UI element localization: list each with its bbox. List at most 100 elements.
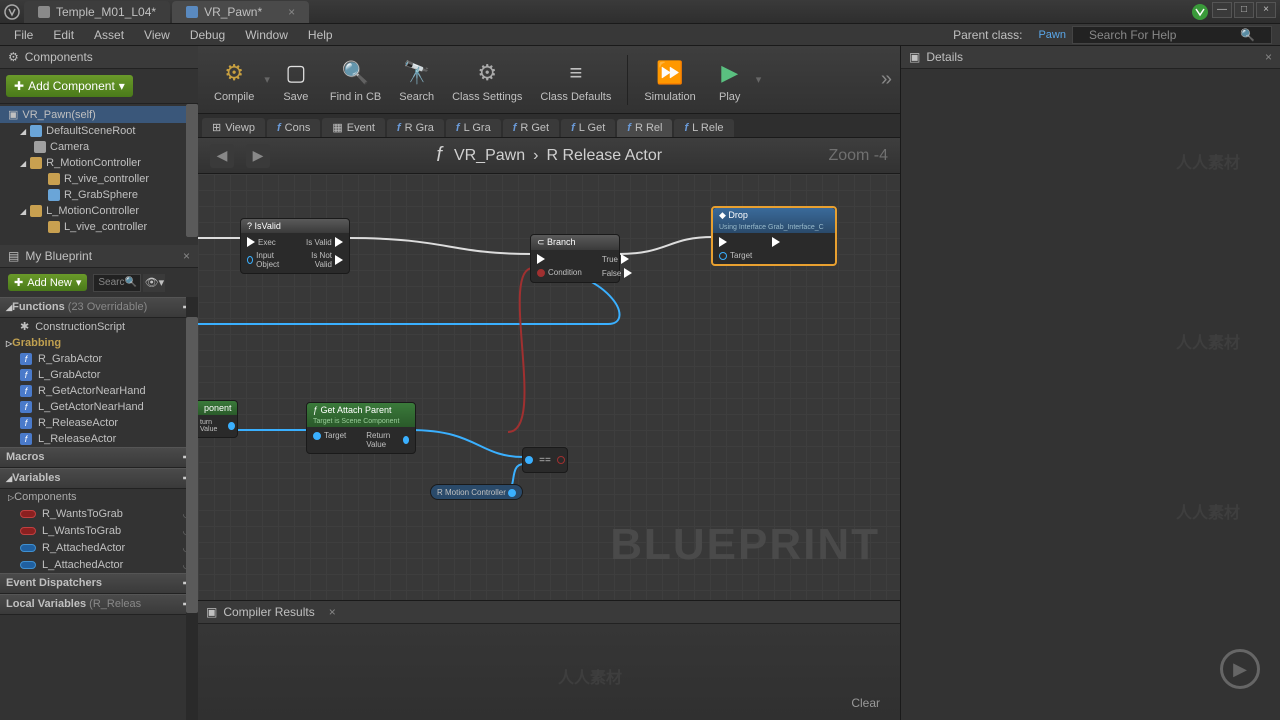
- object-pin[interactable]: [508, 489, 516, 497]
- graph-tab[interactable]: fL Rele: [674, 119, 733, 137]
- category-components[interactable]: ▷Components: [0, 489, 198, 505]
- close-button[interactable]: ×: [1256, 2, 1276, 18]
- close-icon[interactable]: ×: [288, 5, 295, 19]
- function-item[interactable]: fL_GetActorNearHand: [0, 399, 198, 415]
- clear-button[interactable]: Clear: [851, 696, 880, 710]
- exec-pin[interactable]: [247, 237, 255, 247]
- menu-asset[interactable]: Asset: [84, 26, 134, 44]
- graph-tab[interactable]: fR Gra: [387, 119, 444, 137]
- node-drop[interactable]: ◆ DropUsing Interface Grab_Interface_C T…: [711, 206, 837, 266]
- scrollbar[interactable]: [186, 104, 198, 237]
- exec-pin[interactable]: [335, 255, 343, 265]
- classdefaults-button[interactable]: ≡Class Defaults: [532, 50, 619, 110]
- menu-help[interactable]: Help: [298, 26, 343, 44]
- play-button[interactable]: ▶Play: [706, 50, 754, 110]
- tree-item[interactable]: ◢L_MotionController: [0, 203, 198, 219]
- node-fragment[interactable]: ponent turn Value: [198, 400, 238, 438]
- tree-root[interactable]: ▣VR_Pawn(self): [0, 106, 198, 123]
- bc-root[interactable]: VR_Pawn: [454, 147, 525, 165]
- blueprint-search[interactable]: Searc🔍: [93, 274, 141, 292]
- tree-item[interactable]: ◢R_MotionController: [0, 155, 198, 171]
- variable-item[interactable]: L_AttachedActor◡: [0, 556, 198, 573]
- bool-pin[interactable]: [557, 456, 565, 464]
- function-item[interactable]: fR_GetActorNearHand: [0, 383, 198, 399]
- menu-debug[interactable]: Debug: [180, 26, 235, 44]
- graph-tab[interactable]: fR Rel: [617, 119, 672, 137]
- graph-canvas[interactable]: ? IsValid Exec Input Object Is Valid Is …: [198, 174, 900, 600]
- tree-item[interactable]: R_vive_controller: [0, 171, 198, 187]
- overflow-icon[interactable]: »: [881, 68, 892, 91]
- menu-edit[interactable]: Edit: [43, 26, 84, 44]
- graph-tab[interactable]: fL Gra: [446, 119, 501, 137]
- dispatchers-header[interactable]: Event Dispatchers✚: [0, 573, 198, 594]
- menu-window[interactable]: Window: [235, 26, 298, 44]
- graph-tab[interactable]: ▦Event: [322, 118, 385, 137]
- marketplace-icon[interactable]: [1190, 2, 1210, 22]
- expand-icon[interactable]: ◢: [20, 159, 26, 168]
- object-pin[interactable]: [313, 432, 321, 440]
- function-item[interactable]: fR_GrabActor: [0, 351, 198, 367]
- editor-tab[interactable]: Temple_M01_L04*: [24, 1, 170, 23]
- bool-pin[interactable]: [537, 269, 545, 277]
- node-isvalid[interactable]: ? IsValid Exec Input Object Is Valid Is …: [240, 218, 350, 274]
- graph-tab[interactable]: ⊞Viewp: [202, 118, 265, 137]
- graph-tab[interactable]: fCons: [267, 119, 320, 137]
- classsettings-button[interactable]: ⚙Class Settings: [444, 50, 530, 110]
- exec-pin[interactable]: [624, 268, 632, 278]
- macros-header[interactable]: Macros✚: [0, 447, 198, 468]
- tree-item[interactable]: ◢DefaultSceneRoot: [0, 123, 198, 139]
- scrollbar[interactable]: [186, 297, 198, 720]
- object-pin[interactable]: [228, 422, 235, 430]
- node-equals[interactable]: ==: [522, 447, 568, 473]
- expand-icon[interactable]: ◢: [20, 207, 26, 216]
- menu-file[interactable]: File: [4, 26, 43, 44]
- save-button[interactable]: ▢Save: [272, 50, 320, 110]
- variables-header[interactable]: ◢Variables✚: [0, 468, 198, 489]
- add-component-button[interactable]: ✚ Add Component ▾: [6, 75, 133, 97]
- compile-button[interactable]: ⚙Compile: [206, 50, 262, 110]
- object-pin[interactable]: [247, 256, 253, 264]
- nav-back-button[interactable]: ◀: [210, 144, 234, 168]
- category-grabbing[interactable]: ▷Grabbing: [0, 335, 198, 351]
- variable-item[interactable]: R_AttachedActor◡: [0, 539, 198, 556]
- parent-class-link[interactable]: Pawn: [1038, 29, 1066, 41]
- object-pin[interactable]: [403, 436, 409, 444]
- maximize-button[interactable]: □: [1234, 2, 1254, 18]
- functions-header[interactable]: ◢Functions (23 Overridable)✚: [0, 297, 198, 318]
- close-icon[interactable]: ×: [329, 605, 336, 619]
- editor-tab[interactable]: VR_Pawn*×: [172, 1, 309, 23]
- object-pin[interactable]: [525, 456, 533, 464]
- node-branch[interactable]: ⊂ Branch Condition True False: [530, 234, 620, 283]
- exec-pin[interactable]: [719, 237, 727, 247]
- minimize-button[interactable]: —: [1212, 2, 1232, 18]
- function-item[interactable]: fR_ReleaseActor: [0, 415, 198, 431]
- graph-tab[interactable]: fR Get: [503, 119, 559, 137]
- close-icon[interactable]: ×: [183, 249, 190, 263]
- node-getattachparent[interactable]: ƒ Get Attach ParentTarget is Scene Compo…: [306, 402, 416, 454]
- graph-tab[interactable]: fL Get: [561, 119, 615, 137]
- close-icon[interactable]: ×: [1265, 50, 1272, 64]
- view-options-button[interactable]: 👁▾: [143, 274, 165, 292]
- exec-pin[interactable]: [335, 237, 343, 247]
- tree-item[interactable]: L_vive_controller: [0, 219, 198, 235]
- variable-item[interactable]: L_WantsToGrab◡: [0, 522, 198, 539]
- exec-pin[interactable]: [621, 254, 629, 264]
- tree-item[interactable]: Camera: [0, 139, 198, 155]
- function-item[interactable]: fL_GrabActor: [0, 367, 198, 383]
- help-search[interactable]: Search For Help🔍: [1072, 26, 1272, 44]
- nav-forward-button[interactable]: ▶: [246, 144, 270, 168]
- expand-icon[interactable]: ◢: [20, 127, 26, 136]
- add-new-button[interactable]: ✚ Add New ▾: [8, 274, 87, 291]
- variable-item[interactable]: R_WantsToGrab◡: [0, 505, 198, 522]
- compiler-output[interactable]: 人人素材 Clear: [198, 624, 900, 720]
- simulation-button[interactable]: ⏩Simulation: [636, 50, 703, 110]
- object-pin[interactable]: [719, 252, 727, 260]
- function-item[interactable]: ✱ConstructionScript: [0, 318, 198, 335]
- exec-pin[interactable]: [537, 254, 545, 264]
- localvars-header[interactable]: Local Variables (R_Releas✚: [0, 594, 198, 615]
- menu-view[interactable]: View: [134, 26, 180, 44]
- tree-item[interactable]: R_GrabSphere: [0, 187, 198, 203]
- function-item[interactable]: fL_ReleaseActor: [0, 431, 198, 447]
- exec-pin[interactable]: [772, 237, 780, 247]
- findincb-button[interactable]: 🔍Find in CB: [322, 50, 389, 110]
